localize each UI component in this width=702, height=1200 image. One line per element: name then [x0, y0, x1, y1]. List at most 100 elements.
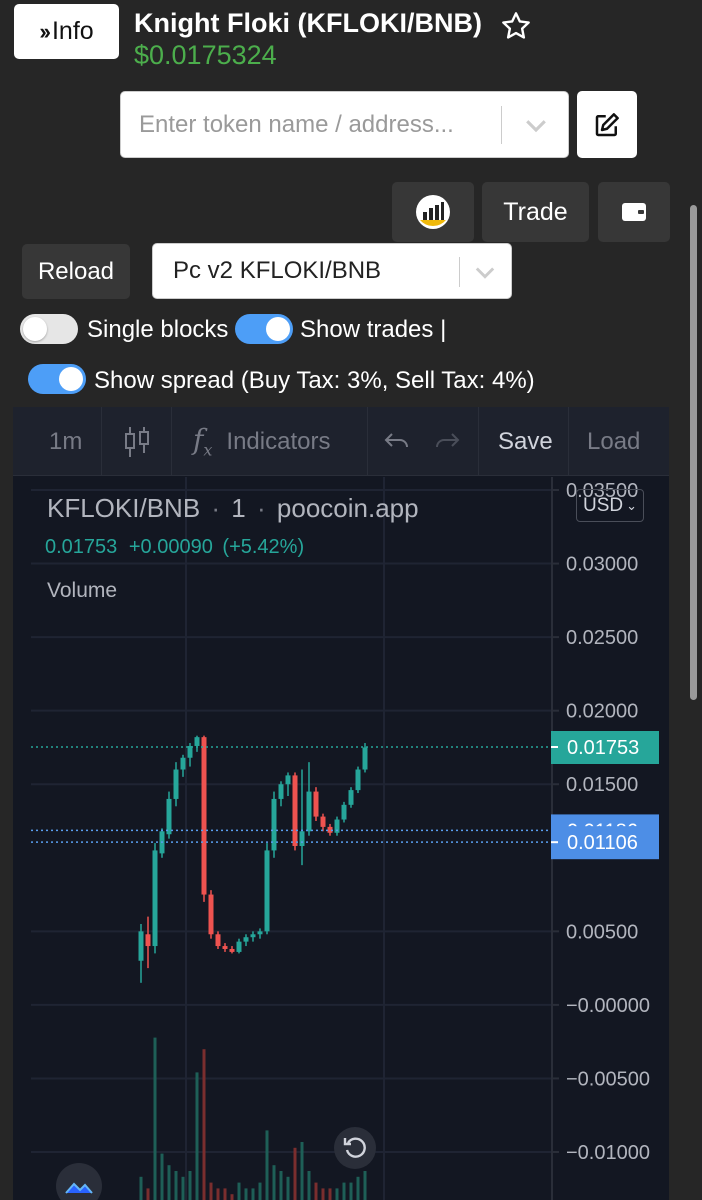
candle-body [355, 769, 361, 791]
candle-body [194, 737, 200, 746]
page-scrollbar[interactable] [690, 205, 697, 700]
volume-bar [335, 1188, 339, 1200]
candle-body [264, 850, 270, 932]
candle-body [145, 934, 151, 947]
info-button-label: Info [51, 17, 94, 45]
candles-icon [125, 426, 149, 457]
volume-bar [356, 1176, 360, 1200]
info-button[interactable]: ›› Info [14, 4, 119, 59]
volume-bar [293, 1147, 297, 1200]
volume-bar [209, 1182, 213, 1200]
price-axis-tick: −0.00000 [566, 995, 650, 1017]
price-axis-tick: 0.00500 [566, 921, 638, 943]
volume-bar [237, 1182, 241, 1200]
save-button[interactable]: Save [498, 407, 553, 476]
volume-bar [272, 1165, 276, 1200]
candle-type-button[interactable] [123, 407, 151, 476]
volume-bar [167, 1165, 171, 1200]
load-button[interactable]: Load [587, 407, 640, 476]
legend-change-pct: (+5.42%) [222, 536, 305, 558]
token-price: $0.0175324 [134, 40, 277, 70]
chart-button[interactable] [392, 182, 474, 242]
volume-bar [139, 1176, 143, 1200]
trade-button[interactable]: Trade [482, 182, 589, 242]
legend-separator: · [257, 493, 266, 523]
candle-body [222, 946, 228, 949]
legend-change: +0.00090 [128, 536, 213, 558]
candle-body [299, 831, 305, 847]
reload-button[interactable]: Reload [22, 244, 130, 299]
candle-body [180, 757, 186, 770]
fx-icon: fx [193, 423, 213, 460]
volume-bar [265, 1130, 269, 1200]
volume-bar [216, 1188, 220, 1200]
candle-body [320, 816, 326, 827]
poocoin-chart-icon [416, 195, 450, 229]
volume-bar [328, 1188, 332, 1200]
candle-body [278, 784, 284, 799]
wallet-button[interactable] [598, 182, 670, 242]
indicators-button[interactable]: fx Indicators [193, 407, 330, 476]
edit-button[interactable] [577, 91, 637, 158]
single-blocks-toggle[interactable] [20, 314, 78, 344]
candle-body [313, 791, 319, 817]
redo-button[interactable] [433, 407, 461, 476]
currency-button[interactable]: USD ⌄ [576, 489, 644, 522]
volume-bar [195, 1072, 199, 1200]
undo-button[interactable] [383, 407, 411, 476]
token-title: Knight Floki (KFLOKI/BNB) [134, 8, 482, 38]
volume-bar [314, 1182, 318, 1200]
wallet-icon [622, 203, 646, 221]
star-icon[interactable] [500, 10, 532, 42]
volume-bar [300, 1142, 304, 1200]
price-axis-tick: 0.03000 [566, 554, 638, 576]
tradingview-chart[interactable]: 1m fx Indicators Save Load 0.03500 0.030… [13, 407, 669, 1200]
indicators-label: Indicators [226, 427, 331, 455]
volume-bar [160, 1153, 164, 1200]
show-trades-label: Show trades | [300, 316, 447, 343]
volume-bar [188, 1171, 192, 1200]
legend-separator: · [211, 493, 221, 523]
pair-select[interactable]: Pc v2 KFLOKI/BNB [152, 243, 512, 299]
legend-interval: 1 [231, 493, 246, 523]
volume-bar [174, 1171, 178, 1200]
edit-icon [595, 112, 619, 136]
candle-body [250, 934, 256, 938]
volume-bar [321, 1188, 325, 1200]
volume-bar [342, 1182, 346, 1200]
price-axis-tick: −0.00500 [566, 1068, 650, 1090]
volume-bar [202, 1049, 206, 1200]
candle-body [236, 941, 242, 952]
volume-bar [349, 1182, 353, 1200]
search-divider [501, 106, 502, 144]
volume-bar [223, 1188, 227, 1200]
show-trades-toggle[interactable] [235, 314, 293, 344]
redo-icon [436, 432, 460, 447]
volume-bar [146, 1188, 150, 1200]
candle-body [306, 791, 312, 832]
show-spread-label: Show spread (Buy Tax: 3%, Sell Tax: 4%) [94, 367, 535, 394]
chart-legend-values: 0.01753 +0.00090 (+5.42%) [45, 536, 304, 559]
show-spread-toggle[interactable] [28, 364, 86, 394]
candle-body [257, 931, 263, 935]
chart-legend-title: KFLOKI/BNB · 1 · poocoin.app [47, 493, 419, 524]
legend-last: 0.01753 [45, 536, 118, 558]
pair-select-value: Pc v2 KFLOKI/BNB [173, 257, 382, 284]
candle-body [362, 747, 368, 770]
candle-body [292, 775, 298, 847]
price-axis-tick: 0.02000 [566, 701, 638, 723]
search-input[interactable] [139, 92, 499, 157]
candle-body [285, 775, 291, 785]
candle-body [201, 737, 207, 895]
price-tag-label: 0.01106 [567, 832, 638, 854]
candle-body [166, 798, 172, 835]
reset-chart-button[interactable] [334, 1127, 376, 1169]
interval-button[interactable]: 1m [49, 407, 82, 476]
candle-body [215, 934, 221, 947]
currency-label: USD [582, 494, 624, 516]
volume-bar [251, 1188, 255, 1200]
price-tag-label: 0.01753 [567, 737, 639, 759]
token-search[interactable] [120, 91, 569, 158]
legend-symbol: KFLOKI/BNB [47, 493, 201, 523]
chevron-down-icon[interactable] [521, 110, 551, 140]
